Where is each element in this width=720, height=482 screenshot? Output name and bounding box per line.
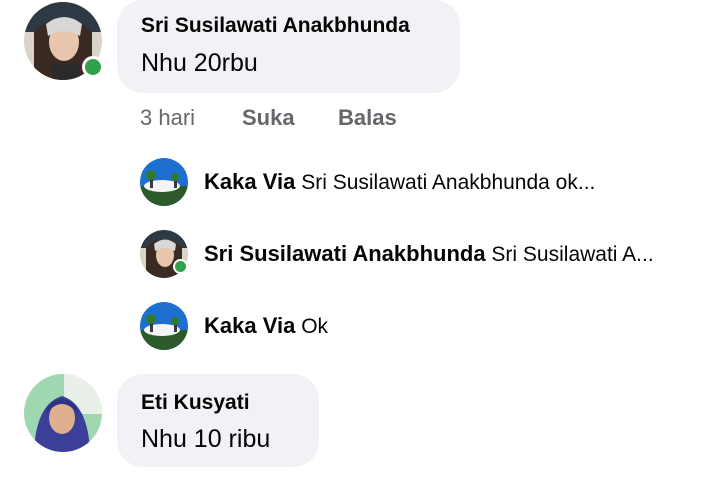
profile-photo xyxy=(140,158,188,206)
reply-author[interactable]: Sri Susilawati Anakbhunda xyxy=(204,241,486,266)
reply-snippet: Ok xyxy=(301,315,329,338)
avatar-sri-susilawati-small[interactable] xyxy=(140,230,188,278)
online-status-icon xyxy=(82,56,104,78)
avatar-kaka-via[interactable] xyxy=(140,302,188,350)
reply-snippet: Sri Susilawati Anakbhunda ok... xyxy=(301,171,596,194)
comment-bubble[interactable]: Eti Kusyati Nhu 10 ribu xyxy=(117,374,319,467)
reply-snippet: Sri Susilawati A... xyxy=(491,243,654,266)
online-status-icon xyxy=(173,259,188,274)
comment-author[interactable]: Sri Susilawati Anakbhunda xyxy=(141,14,410,38)
reply-button[interactable]: Balas xyxy=(338,105,397,131)
reply-author[interactable]: Kaka Via xyxy=(204,169,295,194)
profile-photo xyxy=(140,302,188,350)
comment-timestamp[interactable]: 3 hari xyxy=(140,105,195,131)
avatar-eti-kusyati[interactable] xyxy=(24,374,102,452)
comment-bubble[interactable]: Sri Susilawati Anakbhunda Nhu 20rbu xyxy=(117,0,460,93)
profile-photo xyxy=(24,374,102,452)
reply-preview[interactable]: Kaka Via Ok xyxy=(204,313,328,339)
comment-text: Nhu 20rbu xyxy=(141,49,258,77)
comment-author[interactable]: Eti Kusyati xyxy=(141,391,250,415)
avatar-kaka-via[interactable] xyxy=(140,158,188,206)
comment-text: Nhu 10 ribu xyxy=(141,425,271,453)
reply-author[interactable]: Kaka Via xyxy=(204,313,295,338)
avatar-sri-susilawati[interactable] xyxy=(24,2,104,80)
reply-preview[interactable]: Sri Susilawati Anakbhunda Sri Susilawati… xyxy=(204,241,654,267)
like-button[interactable]: Suka xyxy=(242,105,295,131)
reply-preview[interactable]: Kaka Via Sri Susilawati Anakbhunda ok... xyxy=(204,169,595,195)
